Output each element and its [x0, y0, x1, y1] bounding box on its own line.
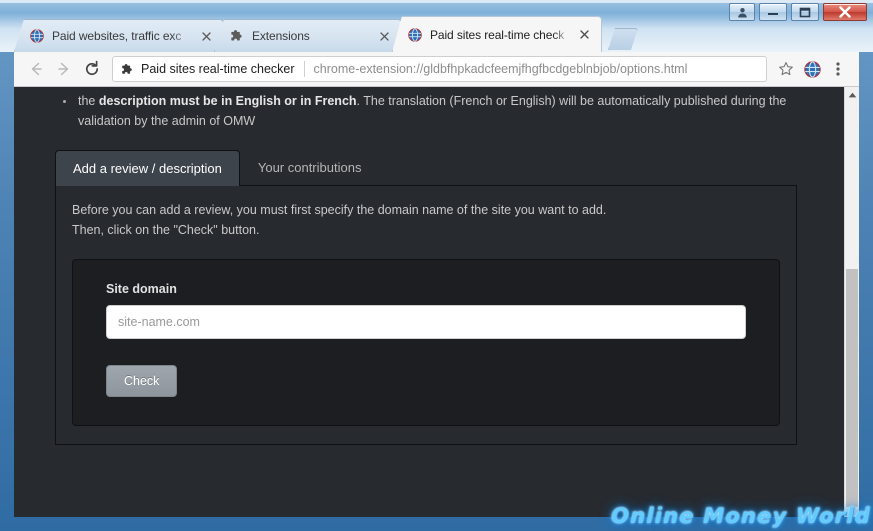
extension-avatar-icon[interactable] — [799, 56, 825, 82]
watermark: Online Money World — [611, 504, 871, 528]
os-window: Paid websites, traffic exc Extensions Pa… — [0, 0, 873, 531]
globe-icon — [407, 27, 423, 43]
site-domain-form: Site domain Check — [72, 259, 780, 426]
page-viewport: the review and/or the description propos… — [14, 87, 859, 517]
extension-name-label: Paid sites real-time checker — [141, 62, 295, 76]
omnibox-separator — [303, 61, 305, 77]
list-item: the description of the proposed review s… — [55, 87, 797, 88]
browser-toolbar: Paid sites real-time checker chrome-exte… — [14, 52, 859, 87]
url-text: chrome-extension://gldbfhpkadcfeemjfhgfb… — [313, 62, 688, 76]
browser-tab-3[interactable]: Paid sites real-time check — [392, 16, 602, 52]
tab-close-icon[interactable] — [576, 26, 593, 43]
address-bar[interactable]: Paid sites real-time checker chrome-exte… — [112, 56, 767, 82]
maximize-button[interactable] — [791, 3, 819, 21]
list-item: the description must be in English or in… — [55, 91, 797, 131]
tab-add-a-review[interactable]: Add a review / description — [55, 150, 240, 186]
tab-close-icon[interactable] — [376, 28, 393, 45]
star-icon[interactable] — [773, 56, 799, 82]
intro-line-2: Then, click on the "Check" button. — [72, 223, 260, 237]
browser-tab-title: Paid websites, traffic exc — [52, 29, 182, 43]
forward-arrow-icon[interactable] — [50, 55, 78, 83]
reload-icon[interactable] — [78, 55, 106, 83]
intro-text: Before you can add a review, you must fi… — [72, 200, 780, 240]
browser-tab-title: Extensions — [252, 29, 310, 43]
page-tab-bar: Add a review / description Your contribu… — [55, 149, 797, 186]
browser-tab-title: Paid sites real-time check — [430, 27, 565, 42]
page-scrollbar[interactable] — [844, 87, 859, 517]
scrollbar-thumb[interactable] — [846, 269, 858, 507]
user-account-button[interactable] — [729, 3, 755, 21]
extension-options-page: the review and/or the description propos… — [14, 87, 844, 517]
check-button[interactable]: Check — [106, 365, 178, 397]
site-domain-label: Site domain — [106, 282, 177, 296]
tab-your-contributions[interactable]: Your contributions — [240, 149, 380, 185]
scroll-up-arrow-icon[interactable] — [845, 87, 859, 103]
puzzle-icon — [229, 28, 245, 44]
tab-panel: Before you can add a review, you must fi… — [55, 186, 797, 445]
tab-close-icon[interactable] — [198, 28, 215, 45]
back-arrow-icon[interactable] — [22, 55, 50, 83]
globe-icon — [29, 28, 45, 44]
new-tab-button[interactable] — [608, 28, 638, 50]
close-button[interactable] — [823, 3, 867, 21]
intro-line-1: Before you can add a review, you must fi… — [72, 203, 607, 217]
puzzle-icon — [121, 62, 135, 76]
browser-tab-strip: Paid websites, traffic exc Extensions Pa… — [14, 16, 638, 52]
window-controls — [729, 3, 867, 21]
browser-tab-1[interactable]: Paid websites, traffic exc — [14, 19, 224, 52]
minimize-button[interactable] — [759, 3, 787, 21]
browser-tab-2[interactable]: Extensions — [214, 19, 402, 52]
three-dot-menu-icon[interactable] — [825, 56, 851, 82]
rule-text-2: the description must be in English or in… — [78, 94, 787, 128]
site-domain-input[interactable] — [106, 305, 746, 339]
rules-list: the review and/or the description propos… — [55, 87, 797, 131]
